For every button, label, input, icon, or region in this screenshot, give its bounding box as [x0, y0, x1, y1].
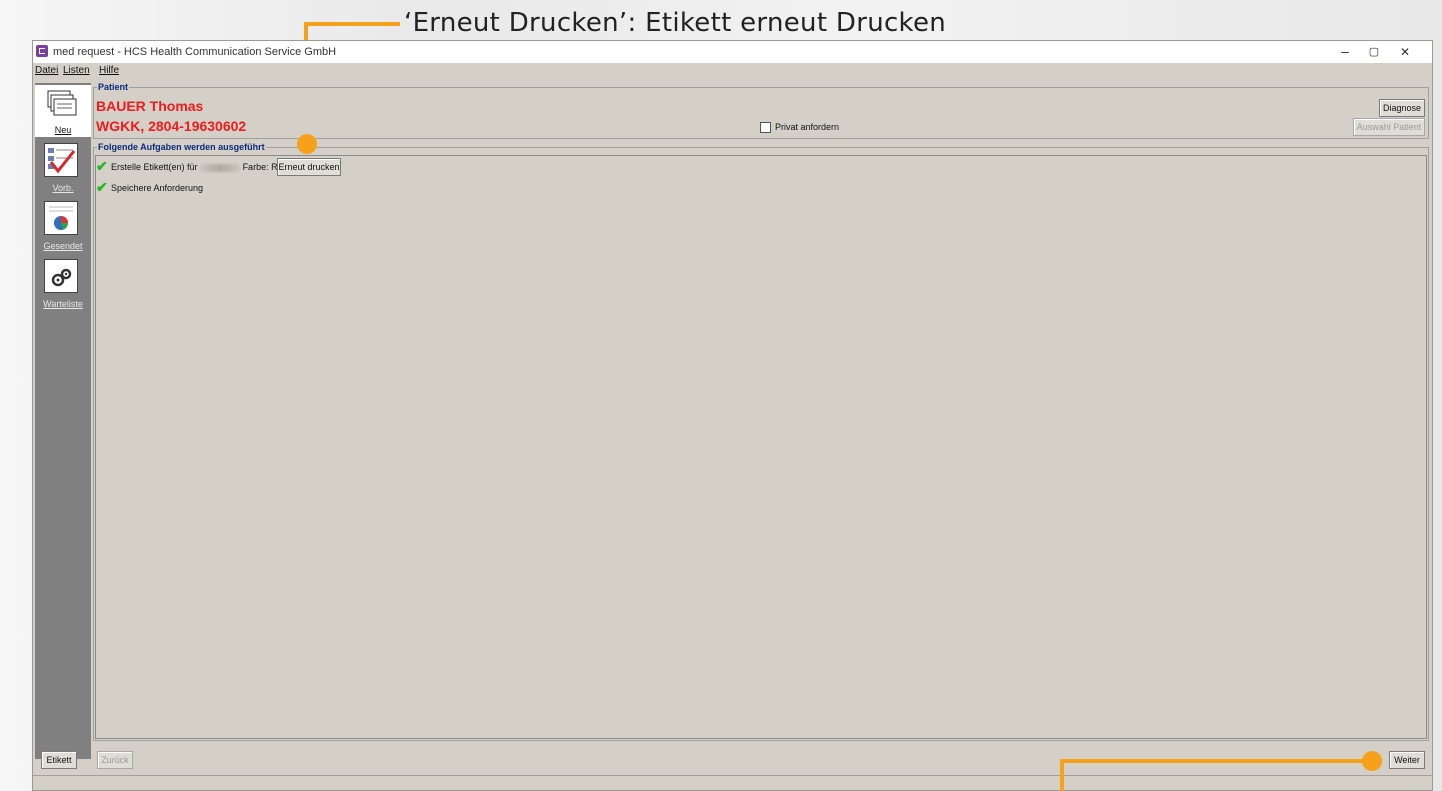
nav-label-vorb: Vorb.	[52, 183, 74, 193]
title-bar: med request - HCS Health Communication S…	[33, 41, 1432, 63]
annotation-line-weiter	[1060, 759, 1376, 763]
tasks-list	[95, 155, 1427, 739]
nav-label-warteliste: Warteliste	[43, 299, 83, 309]
app-icon	[36, 45, 48, 57]
chart-document-icon	[44, 201, 78, 235]
annotation-erneut-drucken-text: ‘Erneut Drucken’: Etikett erneut Drucken	[404, 8, 947, 38]
menu-listen[interactable]: Listen	[63, 65, 90, 76]
nav-item-vorb[interactable]: Vorb.	[35, 143, 91, 195]
privat-anfordern-label: Privat anfordern	[775, 122, 840, 132]
restore-button[interactable]: ▢	[1359, 45, 1389, 58]
checklist-icon	[44, 143, 78, 177]
window-title: med request - HCS Health Communication S…	[53, 46, 337, 58]
redacted-value	[200, 163, 241, 172]
left-navigation: Neu Vorb. Gesendet Warteliste	[35, 83, 91, 759]
close-button[interactable]: ✕	[1390, 45, 1420, 59]
etikett-button[interactable]: Etikett	[41, 751, 77, 769]
menu-datei[interactable]: Datei	[35, 65, 58, 76]
patient-insurance: WGKK, 2804-19630602	[96, 118, 247, 134]
annotation-dot-weiter	[1362, 751, 1382, 771]
erneut-drucken-button[interactable]: Erneut drucken	[277, 158, 341, 176]
task-label: Speichere Anforderung	[111, 183, 204, 193]
privat-anfordern-checkbox[interactable]	[760, 122, 771, 133]
nav-item-neu[interactable]: Neu	[35, 85, 91, 137]
nav-label-neu: Neu	[54, 125, 72, 135]
auswahl-patient-button[interactable]: Auswahl Patient	[1353, 118, 1425, 136]
stack-icon	[44, 87, 78, 121]
task-text-1: Erstelle Etikett(en) für	[111, 162, 198, 172]
status-bar	[33, 775, 1432, 790]
patient-group-label: Patient	[97, 82, 130, 92]
task-label: Erstelle Etikett(en) für Farbe: Rot	[111, 162, 285, 172]
nav-item-gesendet[interactable]: Gesendet	[35, 201, 91, 253]
annotation-line-weiter	[1060, 759, 1064, 791]
check-icon: ✔	[96, 158, 108, 174]
patient-name: BAUER Thomas	[96, 98, 204, 114]
weiter-button[interactable]: Weiter	[1389, 751, 1425, 769]
annotation-dot-erneut-drucken	[297, 134, 317, 154]
annotation-line	[304, 22, 400, 26]
nav-item-warteliste[interactable]: Warteliste	[35, 259, 91, 311]
zurueck-button[interactable]: Zurück	[97, 751, 133, 769]
check-icon: ✔	[96, 179, 108, 195]
menu-hilfe[interactable]: Hilfe	[99, 65, 119, 76]
gears-document-icon	[44, 259, 78, 293]
app-window: med request - HCS Health Communication S…	[32, 40, 1433, 791]
nav-label-gesendet: Gesendet	[43, 241, 83, 251]
minimize-button[interactable]: –	[1330, 43, 1360, 59]
tasks-group-label: Folgende Aufgaben werden ausgeführt	[97, 142, 266, 152]
menu-bar: Datei Listen Hilfe	[33, 63, 1432, 79]
diagnose-button[interactable]: Diagnose	[1379, 99, 1425, 117]
